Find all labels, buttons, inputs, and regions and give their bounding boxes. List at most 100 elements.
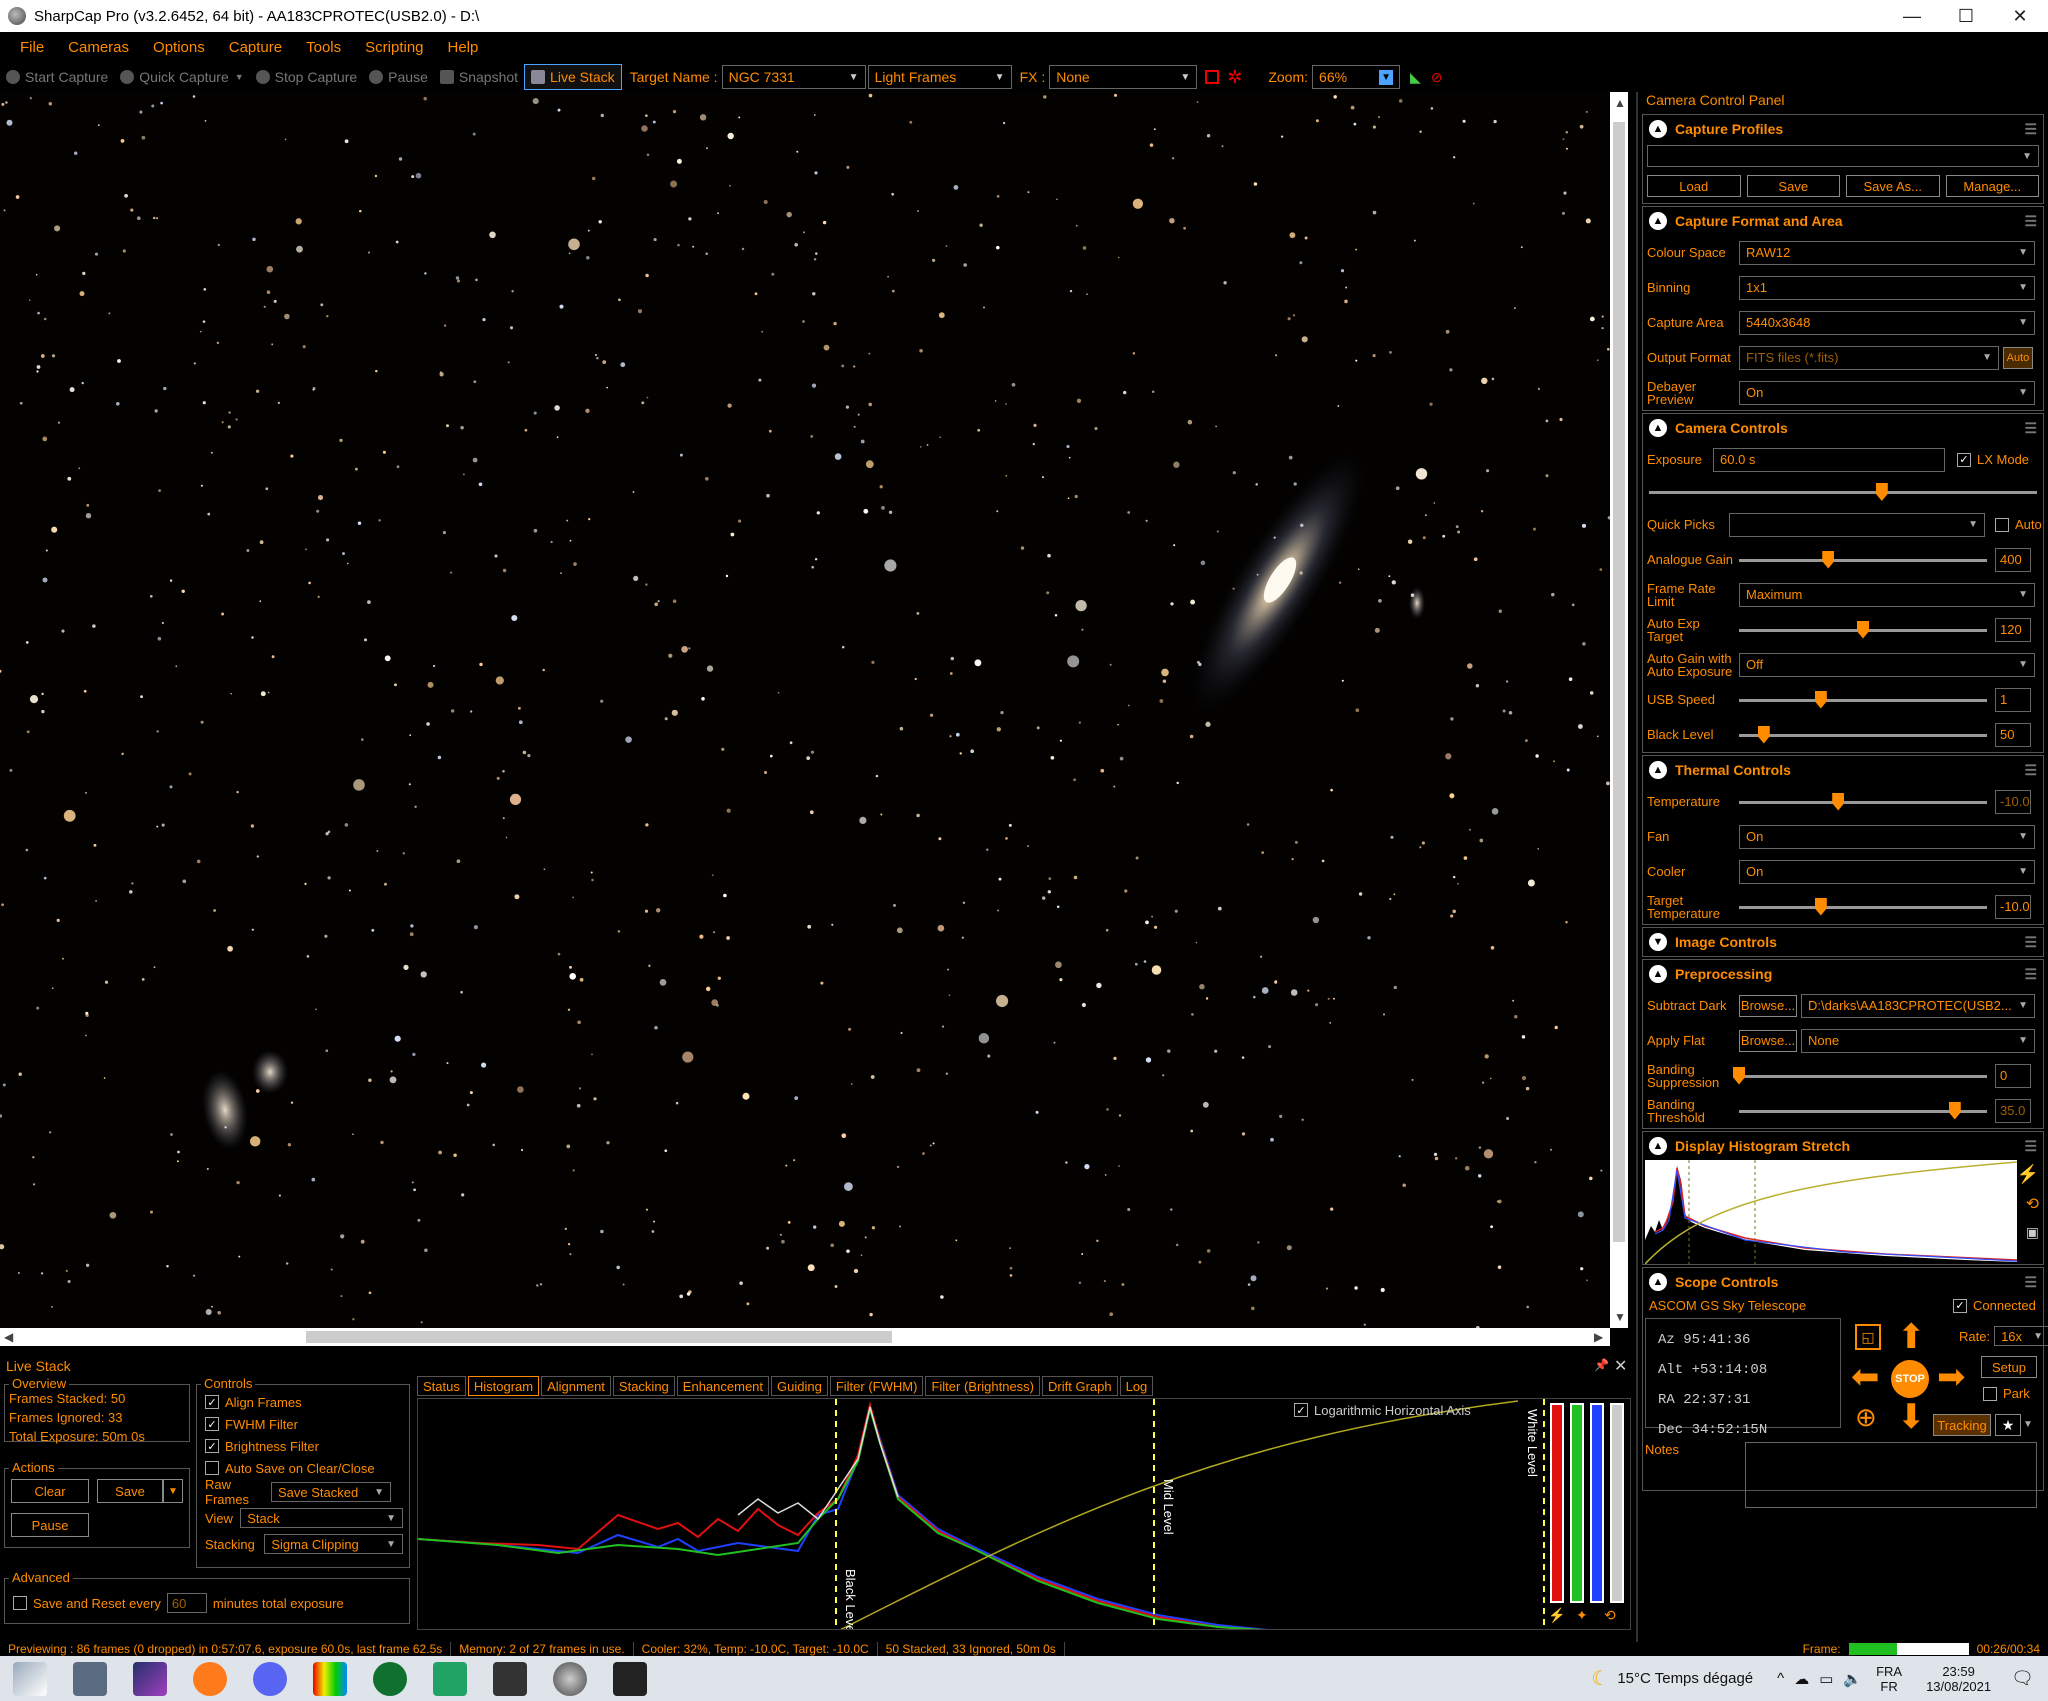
chevron-up-icon[interactable]: ▲	[1649, 120, 1667, 138]
tab-filter-brightness[interactable]: Filter (Brightness)	[925, 1376, 1041, 1396]
black-level-input[interactable]: 50	[1995, 722, 2031, 747]
menu-tools[interactable]: Tools	[294, 39, 353, 56]
rate-select[interactable]: 16x ▼	[1994, 1326, 2048, 1346]
image-controls-header[interactable]: ▼ Image Controls ☰	[1643, 928, 2043, 956]
auto-save-toggle[interactable]: Auto Save on Clear/Close	[205, 1457, 403, 1479]
chevron-down-icon[interactable]: ▼	[2018, 866, 2028, 877]
red-channel-slider[interactable]	[1550, 1403, 1564, 1603]
menu-icon[interactable]: ☰	[2024, 966, 2037, 983]
target-temp-input[interactable]: -10.0	[1995, 894, 2031, 919]
chevron-down-icon[interactable]: ▼	[235, 72, 244, 82]
chevron-down-icon[interactable]: ▼	[2033, 1331, 2043, 1342]
language-indicator[interactable]: FRA FR	[1876, 1664, 1902, 1694]
display-stretch-header[interactable]: ▲ Display Histogram Stretch ☰	[1643, 1132, 2043, 1160]
firefox-icon[interactable]	[193, 1661, 227, 1696]
chevron-down-icon[interactable]: ▼	[386, 1539, 396, 1550]
menu-options[interactable]: Options	[141, 39, 217, 56]
slider-knob[interactable]	[1757, 725, 1770, 744]
fwhm-filter-checkbox[interactable]: ✓	[205, 1417, 219, 1431]
banding-threshold-input[interactable]: 35.0	[1995, 1098, 2031, 1123]
chevron-down-icon[interactable]: ▼	[2018, 247, 2028, 258]
chevron-down-icon[interactable]: ▼	[1968, 519, 1978, 530]
chevron-down-icon[interactable]: ▼	[991, 72, 1005, 83]
stacking-select[interactable]: Sigma Clipping ▼	[264, 1534, 403, 1554]
usb-speed-slider[interactable]	[1739, 688, 1987, 712]
auto-gain-select[interactable]: Off ▼	[1739, 652, 2035, 677]
load-profile-button[interactable]: Load	[1647, 175, 1741, 197]
maximize-button[interactable]: ☐	[1938, 0, 1994, 32]
capture-format-header[interactable]: ▲ Capture Format and Area ☰	[1643, 207, 2043, 235]
exposure-input[interactable]: 60.0 s	[1713, 447, 1945, 472]
slew-west-icon[interactable]: ⬅	[1851, 1360, 1880, 1394]
target-temp-slider[interactable]	[1739, 895, 1987, 919]
quick-picks-select[interactable]: ▼	[1729, 512, 1985, 537]
log-axis-checkbox[interactable]: ✓	[1294, 1403, 1308, 1417]
goto-icon[interactable]: ◱	[1855, 1324, 1881, 1350]
save-profile-button[interactable]: Save	[1746, 175, 1840, 197]
chevron-up-icon[interactable]: ▲	[1649, 1137, 1667, 1155]
scroll-right-icon[interactable]: ▶	[1594, 1330, 1603, 1344]
network-icon[interactable]: ▭	[1819, 1670, 1833, 1688]
menu-icon[interactable]: ☰	[2024, 762, 2037, 779]
chevron-down-icon[interactable]: ▼	[1176, 72, 1190, 83]
tab-stacking[interactable]: Stacking	[612, 1376, 675, 1396]
banding-threshold-slider[interactable]	[1739, 1099, 1987, 1123]
menu-icon[interactable]: ☰	[2024, 1138, 2037, 1155]
chevron-down-icon[interactable]: ▼	[2018, 589, 2028, 600]
menu-scripting[interactable]: Scripting	[353, 39, 435, 56]
chevron-down-icon[interactable]: ▼	[374, 1487, 384, 1498]
menu-icon[interactable]: ☰	[2024, 934, 2037, 951]
reset-icon[interactable]: ⟲	[2026, 1194, 2039, 1214]
star-icon[interactable]: ★	[1995, 1414, 2021, 1436]
chevron-down-icon[interactable]: ▼	[1649, 933, 1667, 951]
chevron-up-icon[interactable]: ^	[1777, 1670, 1784, 1687]
chevron-up-icon[interactable]: ▲	[1649, 212, 1667, 230]
quick-capture-button[interactable]: Quick Capture ▼	[114, 64, 249, 90]
apply-flat-select[interactable]: None ▼	[1801, 1028, 2035, 1053]
tab-enhancement[interactable]: Enhancement	[676, 1376, 770, 1396]
blue-channel-slider[interactable]	[1590, 1403, 1604, 1603]
slew-south-icon[interactable]: ⬇	[1897, 1400, 1926, 1434]
browse-flat-button[interactable]: Browse...	[1739, 1029, 1797, 1052]
tracking-button[interactable]: Tracking	[1933, 1414, 1991, 1436]
discord-icon[interactable]	[253, 1661, 287, 1696]
fx-select[interactable]: None ▼	[1049, 65, 1198, 89]
slew-east-icon[interactable]: ➡	[1937, 1360, 1966, 1394]
banding-suppression-input[interactable]: 0	[1995, 1063, 2031, 1088]
star-icon[interactable]: ✦	[1576, 1607, 1588, 1624]
connected-checkbox[interactable]: ✓	[1953, 1298, 1967, 1313]
cooler-select[interactable]: On ▼	[1739, 859, 2035, 884]
setup-button[interactable]: Setup	[1981, 1356, 2037, 1378]
start-capture-button[interactable]: Start Capture	[0, 64, 114, 90]
menu-help[interactable]: Help	[436, 39, 491, 56]
preprocessing-header[interactable]: ▲ Preprocessing ☰	[1643, 960, 2043, 988]
menu-icon[interactable]: ☰	[2024, 213, 2037, 230]
manage-profiles-button[interactable]: Manage...	[1945, 175, 2039, 197]
save-reset-minutes-input[interactable]: 60	[166, 1593, 207, 1613]
chevron-down-icon[interactable]: ▼	[2018, 659, 2028, 670]
debayer-select[interactable]: On ▼	[1739, 380, 2035, 405]
fwhm-filter-toggle[interactable]: ✓ FWHM Filter	[205, 1413, 403, 1435]
frame-rate-select[interactable]: Maximum ▼	[1739, 582, 2035, 607]
tab-guiding[interactable]: Guiding	[771, 1376, 828, 1396]
analogue-gain-slider[interactable]	[1739, 548, 1987, 572]
scroll-down-icon[interactable]: ▼	[1614, 1310, 1626, 1324]
tab-filter-fwhm[interactable]: Filter (FWHM)	[829, 1376, 924, 1396]
brightness-filter-checkbox[interactable]: ✓	[205, 1439, 219, 1453]
histogram-icon[interactable]: ◣	[1410, 69, 1421, 86]
auto-exp-target-input[interactable]: 120	[1995, 617, 2031, 642]
chevron-down-icon[interactable]: ▼	[845, 72, 859, 83]
chevron-down-icon[interactable]: ▼	[1982, 352, 1992, 363]
tab-histogram[interactable]: Histogram	[467, 1376, 540, 1396]
align-frames-checkbox[interactable]: ✓	[205, 1395, 219, 1409]
slider-knob[interactable]	[1814, 690, 1827, 709]
notes-textarea[interactable]	[1745, 1442, 2037, 1508]
chevron-down-icon[interactable]: ▼	[2018, 317, 2028, 328]
pause-stack-button[interactable]: Pause	[11, 1513, 89, 1537]
usb-speed-input[interactable]: 1	[1995, 687, 2031, 712]
auto-balance-icon[interactable]: ⚡	[1548, 1607, 1565, 1624]
minimize-button[interactable]: —	[1884, 0, 1940, 32]
close-icon[interactable]: ✕	[1614, 1356, 1627, 1376]
tab-status[interactable]: Status	[417, 1376, 466, 1396]
scroll-thumb[interactable]	[1613, 122, 1625, 1242]
